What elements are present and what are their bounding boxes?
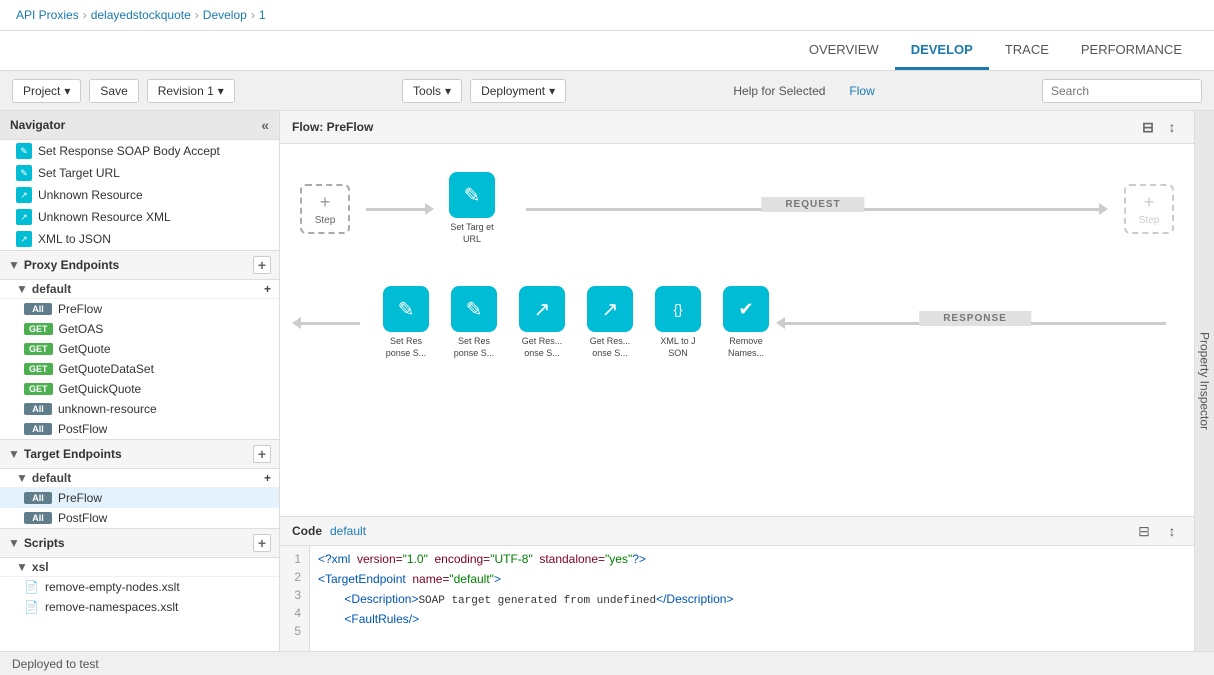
- flow-canvas: Flow: PreFlow ⊟ ↕ + Step: [280, 111, 1194, 516]
- help-text: Help for Selected: [733, 84, 825, 98]
- add-proxy-endpoint-btn[interactable]: +: [253, 256, 271, 274]
- file-icon: 📄: [24, 600, 39, 614]
- proxy-default-subsection[interactable]: ▼default +: [0, 280, 279, 299]
- policy-icon: ✎: [16, 165, 32, 181]
- revision-button[interactable]: Revision 1 ▾: [147, 79, 235, 103]
- code-expand-icon[interactable]: ↕: [1162, 521, 1182, 541]
- flow-item-getoas[interactable]: GET GetOAS: [0, 319, 279, 339]
- step-resp-4[interactable]: ↗ Get Res...onse S...: [580, 286, 640, 359]
- line-numbers: 1 2 3 4 5: [280, 546, 310, 651]
- flow-item-preflow[interactable]: All PreFlow: [0, 299, 279, 319]
- nav-item-set-target-url[interactable]: ✎ Set Target URL: [0, 162, 279, 184]
- flow-item-getquote[interactable]: GET GetQuote: [0, 339, 279, 359]
- collapse-icon[interactable]: ⊟: [1138, 117, 1158, 137]
- breadcrumb-api-proxies[interactable]: API Proxies: [16, 8, 79, 22]
- navigator-header: Navigator «: [0, 111, 279, 140]
- step-remove-names[interactable]: ✔ RemoveNames...: [716, 286, 776, 359]
- request-label: REQUEST: [761, 197, 864, 212]
- flow-help-link[interactable]: Flow: [849, 84, 874, 98]
- add-step-right-request[interactable]: + Step: [1124, 184, 1174, 234]
- code-area: Code default ⊟ ↕ 1 2 3 4 5 <?xml version…: [280, 516, 1194, 651]
- step-resp-1[interactable]: ✎ Set Response S...: [376, 286, 436, 359]
- policy-icon: ↗: [16, 231, 32, 247]
- expand-icon[interactable]: ↕: [1162, 117, 1182, 137]
- flow-item-getquickquote[interactable]: GET GetQuickQuote: [0, 379, 279, 399]
- navigator: Navigator « ✎ Set Response SOAP Body Acc…: [0, 111, 280, 651]
- step-resp-3[interactable]: ↗ Get Res...onse S...: [512, 286, 572, 359]
- add-step-left[interactable]: + Step: [300, 184, 350, 234]
- search-input[interactable]: [1042, 79, 1202, 103]
- flow-item-postflow[interactable]: All PostFlow: [0, 419, 279, 439]
- script-item-remove-namespaces[interactable]: 📄 remove-namespaces.xslt: [0, 597, 279, 617]
- main-layout: Navigator « ✎ Set Response SOAP Body Acc…: [0, 111, 1214, 651]
- nav-item-set-response-soap[interactable]: ✎ Set Response SOAP Body Accept: [0, 140, 279, 162]
- step-set-target-url[interactable]: ✎ Set Targ et URL: [442, 172, 502, 245]
- flow-item-unknown-resource[interactable]: All unknown-resource: [0, 399, 279, 419]
- tab-bar: OVERVIEW DEVELOP TRACE PERFORMANCE: [0, 31, 1214, 71]
- add-target-endpoint-btn[interactable]: +: [253, 445, 271, 463]
- add-proxy-flow-btn[interactable]: +: [264, 282, 271, 296]
- target-endpoints-section[interactable]: ▼Target Endpoints +: [0, 439, 279, 469]
- scripts-section[interactable]: ▼Scripts +: [0, 528, 279, 558]
- flow-item-target-preflow[interactable]: All PreFlow: [0, 488, 279, 508]
- code-header: Code default ⊟ ↕: [280, 517, 1194, 546]
- status-text: Deployed to test: [12, 657, 99, 671]
- target-default-subsection[interactable]: ▼default +: [0, 469, 279, 488]
- navigator-collapse[interactable]: «: [261, 117, 269, 133]
- deployment-button[interactable]: Deployment ▾: [470, 79, 566, 103]
- policy-icon: ↗: [16, 187, 32, 203]
- content-area: Flow: PreFlow ⊟ ↕ + Step: [280, 111, 1194, 651]
- flow-title: Flow: PreFlow: [292, 120, 373, 134]
- nav-item-unknown-resource[interactable]: ↗ Unknown Resource: [0, 184, 279, 206]
- breadcrumb-proxy-name[interactable]: delayedstockquote: [91, 8, 191, 22]
- add-target-flow-btn[interactable]: +: [264, 471, 271, 485]
- step-xml-to-json[interactable]: {} XML to JSON: [648, 286, 708, 359]
- project-button[interactable]: Project ▾: [12, 79, 81, 103]
- flow-header-icons: ⊟ ↕: [1138, 117, 1182, 137]
- nav-item-unknown-resource-xml[interactable]: ↗ Unknown Resource XML: [0, 206, 279, 228]
- policy-icon: ✎: [16, 143, 32, 159]
- proxy-endpoints-section[interactable]: ▼Proxy Endpoints +: [0, 250, 279, 280]
- flow-header: Flow: PreFlow ⊟ ↕: [280, 111, 1194, 144]
- breadcrumb-develop[interactable]: Develop: [203, 8, 247, 22]
- code-body: 1 2 3 4 5 <?xml version="1.0" encoding="…: [280, 546, 1194, 651]
- tab-develop[interactable]: DEVELOP: [895, 32, 989, 70]
- add-script-btn[interactable]: +: [253, 534, 271, 552]
- property-inspector[interactable]: Property Inspector: [1194, 111, 1214, 651]
- step-resp-2[interactable]: ✎ Set Response S...: [444, 286, 504, 359]
- tab-overview[interactable]: OVERVIEW: [793, 32, 895, 70]
- policy-icon: ↗: [16, 209, 32, 225]
- nav-item-xml-to-json[interactable]: ↗ XML to JSON: [0, 228, 279, 250]
- tab-trace[interactable]: TRACE: [989, 32, 1065, 70]
- code-content[interactable]: <?xml version="1.0" encoding="UTF-8" sta…: [310, 546, 1194, 651]
- file-icon: 📄: [24, 580, 39, 594]
- breadcrumb: API Proxies › delayedstockquote › Develo…: [0, 0, 1214, 31]
- xsl-subsection[interactable]: ▼xsl: [0, 558, 279, 577]
- toolbar: Project ▾ Save Revision 1 ▾ Tools ▾ Depl…: [0, 71, 1214, 111]
- tools-button[interactable]: Tools ▾: [402, 79, 462, 103]
- flow-item-getquotedataset[interactable]: GET GetQuoteDataSet: [0, 359, 279, 379]
- script-item-remove-empty[interactable]: 📄 remove-empty-nodes.xslt: [0, 577, 279, 597]
- code-collapse-icon[interactable]: ⊟: [1134, 521, 1154, 541]
- flow-item-target-postflow[interactable]: All PostFlow: [0, 508, 279, 528]
- response-label: RESPONSE: [919, 311, 1031, 326]
- breadcrumb-revision[interactable]: 1: [259, 8, 266, 22]
- tab-performance[interactable]: PERFORMANCE: [1065, 32, 1198, 70]
- save-button[interactable]: Save: [89, 79, 138, 103]
